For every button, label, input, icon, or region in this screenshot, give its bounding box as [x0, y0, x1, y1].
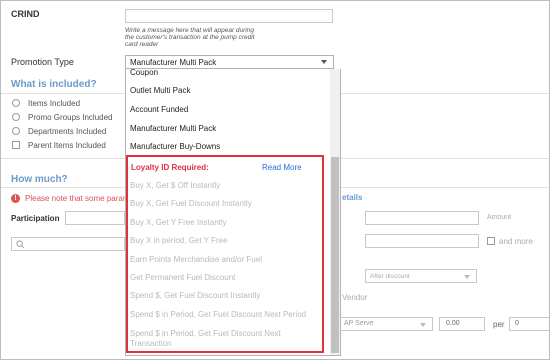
option-spend-in-period-next-transaction-line2: Transaction [130, 339, 172, 348]
loyalty-heading: Loyalty ID Required: [131, 163, 209, 172]
option-spend-in-period-next-transaction: Spend $ in Period, Get Fuel Discount Nex… [130, 329, 281, 338]
option-coupon[interactable]: Coupon [130, 69, 158, 77]
vendor-label: Vendor [342, 293, 368, 302]
value-text: 0.00 [446, 320, 460, 327]
read-more-link[interactable]: Read More [262, 163, 302, 172]
option-buy-x-get-y-free: Buy X, Get Y Free Instantly [130, 218, 227, 227]
quantity-input[interactable] [365, 234, 479, 248]
dropdown-scrollbar[interactable] [330, 69, 340, 355]
and-more-checkbox[interactable] [487, 237, 495, 245]
option-buy-x-fuel-discount: Buy X, Get Fuel Discount Instantly [130, 199, 252, 208]
participation-input[interactable] [65, 211, 125, 225]
item-search-input[interactable] [11, 237, 125, 251]
ap-serve-select[interactable]: AP Serve [339, 317, 433, 331]
option-spend-fuel-discount: Spend $, Get Fuel Discount Instantly [130, 291, 261, 300]
option-account-funded[interactable]: Account Funded [130, 105, 188, 114]
items-included-label: Items Included [28, 99, 81, 108]
option-spend-in-period-next-period: Spend $ in Period, Get Fuel Discount Nex… [130, 310, 307, 319]
amount-label: Amount [487, 214, 512, 221]
promo-groups-included-label: Promo Groups Included [28, 113, 113, 122]
promotion-form-window: CRIND Write a message here that will app… [0, 0, 550, 360]
promotion-type-label: Promotion Type [11, 57, 74, 67]
search-icon [16, 240, 25, 249]
how-much-section-title: How much? [11, 174, 68, 185]
chevron-down-icon [464, 275, 470, 279]
promotion-type-select[interactable]: Manufacturer Multi Pack [125, 55, 334, 69]
warning-icon: ! [11, 194, 20, 203]
and-more-label: and more [499, 237, 533, 246]
crind-label: CRIND [11, 9, 40, 19]
departments-included-label: Departments Included [28, 127, 107, 136]
option-manufacturer-buy-downs[interactable]: Manufacturer Buy-Downs [130, 142, 220, 151]
departments-included-radio[interactable] [12, 127, 20, 135]
option-buy-x-in-period: Buy X in period, Get Y Free [130, 236, 228, 245]
after-discount-value: After discount [370, 273, 410, 280]
after-discount-select[interactable]: After discount [365, 269, 477, 283]
promotion-type-dropdown[interactable]: Coupon Outlet Multi Pack Account Funded … [125, 69, 341, 356]
dropdown-scrollbar-thumb[interactable] [331, 157, 339, 353]
option-outlet-multi-pack[interactable]: Outlet Multi Pack [130, 86, 190, 95]
amount-input[interactable] [365, 211, 479, 225]
value-input[interactable]: 0.00 [439, 317, 485, 331]
option-earn-points: Earn Points Merchandise and/or Fuel [130, 255, 263, 264]
items-included-radio[interactable] [12, 99, 20, 107]
option-manufacturer-multi-pack[interactable]: Manufacturer Multi Pack [130, 124, 216, 133]
included-section-title: What is included? [11, 79, 97, 90]
per-label: per [493, 320, 505, 329]
chevron-down-icon [420, 323, 426, 327]
option-permanent-fuel-discount: Get Permanent Fuel Discount [130, 273, 236, 282]
warning-text: Please note that some param [25, 194, 130, 203]
parent-items-included-checkbox[interactable] [12, 141, 20, 149]
option-buy-x-get-off: Buy X, Get $ Off Instantly [130, 181, 221, 190]
participation-label: Participation [11, 214, 60, 223]
per-value: 0 [515, 320, 519, 327]
per-input[interactable]: 0 [509, 317, 549, 331]
crind-hint-line3: card reader [125, 41, 159, 48]
promo-groups-included-radio[interactable] [12, 113, 20, 121]
promotion-type-selected: Manufacturer Multi Pack [130, 58, 217, 67]
crind-message-input[interactable] [125, 9, 333, 23]
parent-items-included-label: Parent Items Included [28, 141, 106, 150]
details-link-fragment[interactable]: etails [342, 193, 362, 202]
ap-serve-value: AP Serve [344, 320, 374, 327]
chevron-down-icon [321, 60, 327, 64]
